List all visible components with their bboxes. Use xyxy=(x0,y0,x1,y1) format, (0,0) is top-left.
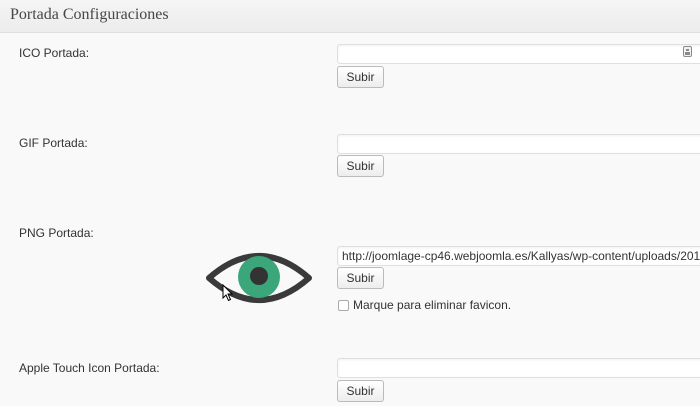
png-upload-button[interactable]: Subir xyxy=(337,267,384,289)
ico-upload-button[interactable]: Subir xyxy=(337,66,384,88)
png-portada-label: PNG Portada: xyxy=(19,226,94,240)
panel-title: Portada Configuraciones xyxy=(10,6,169,23)
png-portada-input[interactable]: http://joomlage-cp46.webjoomla.es/Kallya… xyxy=(337,246,700,266)
gif-upload-button[interactable]: Subir xyxy=(337,155,384,177)
apple-touch-icon-input[interactable] xyxy=(337,358,700,378)
mouse-pointer-icon xyxy=(222,284,234,302)
ico-portada-label: ICO Portada: xyxy=(19,46,90,60)
panel-header: Portada Configuraciones xyxy=(0,0,700,33)
apple-upload-button[interactable]: Subir xyxy=(337,380,384,402)
gif-portada-input[interactable] xyxy=(337,134,700,154)
gif-portada-label: GIF Portada: xyxy=(19,136,88,150)
eye-icon xyxy=(206,253,312,303)
remove-favicon-checkbox[interactable] xyxy=(338,300,349,311)
settings-panel: Portada Configuraciones ICO Portada: Sub… xyxy=(0,0,700,406)
remove-favicon-label[interactable]: Marque para eliminar favicon. xyxy=(353,298,511,312)
ico-portada-input[interactable] xyxy=(337,44,700,64)
apple-touch-icon-label: Apple Touch Icon Portada: xyxy=(19,361,160,375)
contact-card-icon xyxy=(683,46,692,57)
